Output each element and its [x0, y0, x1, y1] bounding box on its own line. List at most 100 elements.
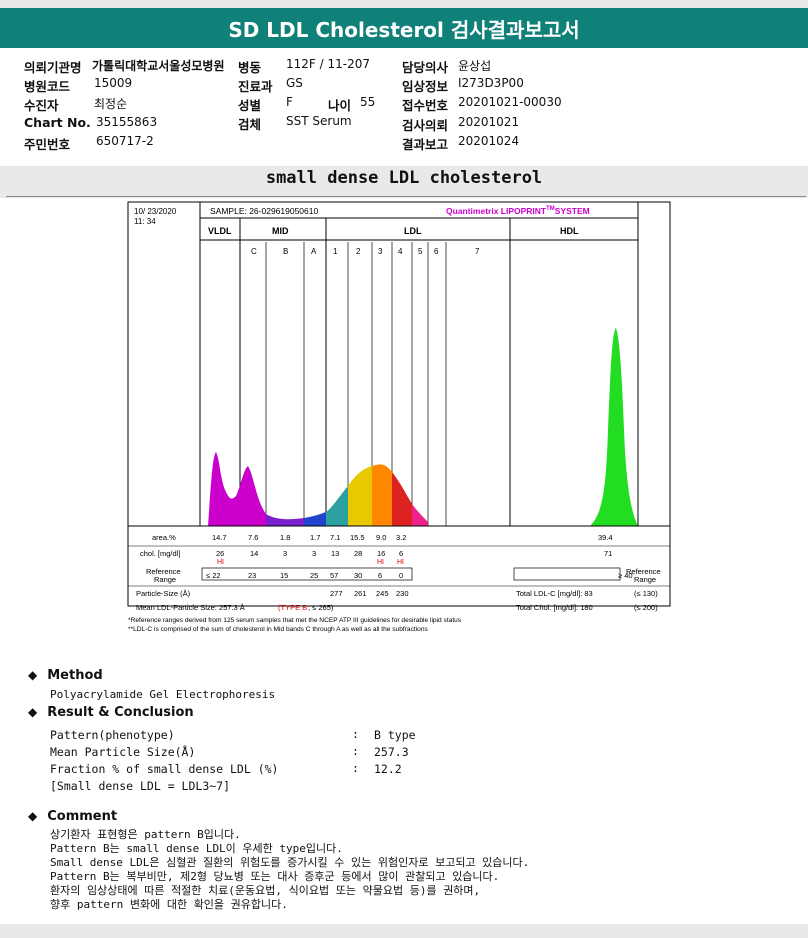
- footnote-2: **LDL-C is comprised of the sum of chole…: [128, 626, 428, 633]
- particle-size-3: 245: [376, 589, 389, 598]
- band-c: C: [251, 247, 257, 256]
- report-title: SD LDL Cholesterol 검사결과보고서: [0, 8, 808, 48]
- doctor-label: 담당의사: [402, 60, 449, 75]
- area-3: 9.0: [376, 533, 386, 542]
- diamond-bullet-icon: ◆: [28, 705, 38, 719]
- lipoprint-sample: SAMPLE: 26-029619050610: [210, 206, 318, 216]
- area-hdl: 39.4: [598, 533, 613, 542]
- sex-label: 성별: [238, 98, 262, 113]
- total-ldl-ref: (≤ 130): [634, 589, 658, 598]
- sex-value: F: [286, 95, 293, 109]
- result-row-sep-2: :: [352, 761, 359, 775]
- chol-b: 3: [283, 549, 287, 558]
- ref-c: 23: [248, 571, 256, 580]
- patient-info-panel: 의뢰기관명 가톨릭대학교서울성모병원 병동 112F / 11-207 담당의사…: [0, 48, 808, 166]
- result-row-sep-1: :: [352, 744, 359, 758]
- ref-b: 15: [280, 571, 288, 580]
- particle-size-4: 230: [396, 589, 409, 598]
- clinical-value: I273D3P00: [458, 76, 524, 90]
- chart-no-value: 35155863: [96, 115, 158, 129]
- rrn-label: 주민번호: [24, 137, 71, 152]
- area-a: 1.7: [310, 533, 320, 542]
- ref-2: 30: [354, 571, 362, 580]
- band-a: A: [311, 247, 317, 256]
- particle-size-label: Particle-Size (Å): [136, 589, 191, 598]
- mean-type-ref: ; ≤ 265): [308, 603, 334, 612]
- particle-size-2: 261: [354, 589, 367, 598]
- total-chol-label: Total Chol. [mg/dl]: 180: [516, 603, 593, 612]
- hospital-code-value: 15009: [94, 76, 133, 90]
- group-hdl: HDL: [560, 226, 579, 236]
- group-ldl: LDL: [404, 226, 422, 236]
- dept-label: 진료과: [238, 79, 273, 94]
- result-row-label-0: Pattern(phenotype): [50, 728, 175, 742]
- band-6: 6: [434, 247, 439, 256]
- group-vldl: VLDL: [208, 226, 232, 236]
- band-b: B: [283, 247, 288, 256]
- group-mid: MID: [272, 226, 289, 236]
- result-heading: ◆ Result & Conclusion: [28, 705, 194, 720]
- institution-value: 가톨릭대학교서울성모병원: [92, 59, 225, 73]
- ward-value: 112F / 11-207: [286, 57, 370, 71]
- ref-vldl: ≤ 22: [206, 571, 221, 580]
- area-4: 3.2: [396, 533, 406, 542]
- diamond-bullet-icon: ◆: [28, 809, 38, 823]
- request-label: 검사의뢰: [402, 118, 449, 133]
- lipoprint-time: 11: 34: [134, 217, 156, 226]
- ref-3: 6: [378, 571, 382, 580]
- ldl2-peak: [372, 464, 392, 526]
- receipt-label: 접수번호: [402, 98, 449, 113]
- band-2: 2: [356, 247, 361, 256]
- area-1: 7.1: [330, 533, 340, 542]
- total-chol-ref: (≤ 200): [634, 603, 658, 612]
- section-divider: [6, 196, 806, 197]
- result-row-value-2: 12.2: [374, 762, 402, 776]
- lipoprint-brand: Quantimetrix LIPOPRINTTMSYSTEM: [446, 206, 590, 216]
- ref-a: 25: [310, 571, 318, 580]
- ref-4: 0: [399, 571, 403, 580]
- area-c: 7.6: [248, 533, 258, 542]
- comment-line: 향후 pattern 변화에 대한 확인을 권유합니다.: [50, 898, 288, 911]
- area-b: 1.8: [280, 533, 290, 542]
- lipoprint-date: 10/ 23/2020: [134, 207, 177, 216]
- result-row-label-1: Mean Particle Size(Å): [50, 745, 196, 759]
- chol-vldl: 26: [216, 549, 224, 558]
- page-bottom-margin: [0, 924, 808, 938]
- hi-flag-4: HI: [397, 559, 404, 566]
- chol-hdl: 71: [604, 549, 612, 558]
- chol-3: 16: [377, 549, 385, 558]
- area-vldl: 14.7: [212, 533, 227, 542]
- area-label: area.%: [152, 533, 176, 542]
- doctor-value: 윤상섭: [458, 59, 492, 73]
- dept-value: GS: [286, 76, 303, 90]
- mean-type: (TYPE B: [278, 603, 307, 612]
- result-note: [Small dense LDL = LDL3~7]: [50, 779, 231, 793]
- age-value: 55: [360, 95, 376, 109]
- band-5: 5: [418, 247, 423, 256]
- hi-flag-vldl: HI: [217, 559, 224, 566]
- comment-heading: ◆ Comment: [28, 809, 118, 824]
- chart-no-label: Chart No.: [24, 115, 91, 130]
- band-7: 7: [475, 247, 480, 256]
- mean-size-label: Mean LDL-Particle Size: 257.3 Å: [136, 603, 245, 612]
- band-1: 1: [333, 247, 338, 256]
- area-2: 15.5: [350, 533, 365, 542]
- particle-size-1: 277: [330, 589, 343, 598]
- report-date-value: 20201024: [458, 134, 520, 148]
- lipoprint-report: 10/ 23/2020 11: 34 SAMPLE: 26-0296190506…: [120, 200, 680, 644]
- band-3: 3: [378, 247, 383, 256]
- ref-label-2: Range: [154, 575, 176, 584]
- result-row-label-2: Fraction % of small dense LDL (%): [50, 762, 279, 776]
- hi-flag-3: HI: [377, 559, 384, 566]
- ward-label: 병동: [238, 60, 262, 75]
- footnote-1: *Reference ranges derived from 125 serum…: [128, 617, 462, 624]
- chol-2: 28: [354, 549, 362, 558]
- specimen-value: SST Serum: [286, 114, 352, 128]
- ref-right-2: Range: [634, 575, 656, 584]
- ref-1: 57: [330, 571, 338, 580]
- result-row-value-0: B type: [374, 728, 416, 742]
- hospital-code-label: 병원코드: [24, 79, 71, 94]
- rrn-value: 650717-2: [96, 134, 154, 148]
- result-row-sep-0: :: [352, 727, 359, 741]
- chol-a: 3: [312, 549, 316, 558]
